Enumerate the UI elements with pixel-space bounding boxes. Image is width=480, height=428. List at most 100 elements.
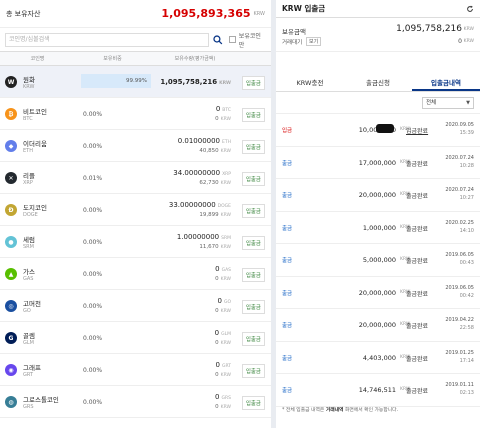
held-only-label: 보유코인만 — [238, 32, 261, 49]
deposit-withdraw-button[interactable]: 입출금 — [241, 300, 265, 314]
deposit-withdraw-button[interactable]: 입출금 — [241, 268, 265, 282]
coin-krw-amount: 40,850 — [199, 148, 219, 154]
coin-symbol: GAS — [23, 276, 34, 282]
coin-krw-unit: KRW — [220, 373, 231, 378]
coin-ratio: 0.00% — [83, 239, 103, 246]
total-assets-amount: 1,095,893,365 — [161, 7, 251, 20]
transaction-row[interactable]: 출금 4,403,000 KRW 출금완료 2019.01.25 17:14 — [276, 342, 480, 374]
coin-ratio: 0.00% — [83, 111, 103, 118]
deposit-withdraw-button[interactable]: 입출금 — [241, 204, 265, 218]
tx-date: 2020.07.24 — [445, 187, 474, 193]
pending-view-button[interactable]: 보기 — [306, 37, 322, 46]
coin-row[interactable]: ◉ 그래프 GRT 0.00% 0 GRT 0 KRW 입출금 — [0, 354, 271, 386]
tx-status: 출금완료 — [406, 290, 429, 298]
coin-row[interactable]: G 골렘 GLM 0.00% 0 GLM 0 KRW 입출금 — [0, 322, 271, 354]
coin-row[interactable]: ● 세럼 SRM 0.00% 1.00000000 SRM 11,670 KRW 입… — [0, 226, 271, 258]
deposit-withdraw-button[interactable]: 입출금 — [241, 140, 265, 154]
coin-qty-unit: SRM — [221, 236, 231, 241]
col-name[interactable]: 코인명 — [0, 55, 75, 62]
coin-qty-unit: DOGE — [217, 204, 231, 209]
tx-date: 2019.06.05 — [445, 252, 474, 258]
coin-name: 원화 — [23, 76, 35, 84]
coin-ratio: 0.00% — [83, 335, 103, 342]
transaction-row[interactable]: 출금 20,000,000 KRW 출금완료 2019.04.22 22:58 — [276, 309, 480, 342]
coin-krw-value: 19,899 KRW — [199, 212, 231, 218]
tx-type: 출금 — [282, 355, 293, 362]
coin-row[interactable]: ₿ 비트코인 BTC 0.00% 0 BTC 0 KRW 입출금 — [0, 98, 271, 130]
col-quantity[interactable]: 보유수량(평가금액) — [150, 55, 240, 62]
transaction-row[interactable]: 입금 10,000,000 KRW 입금완료 2020.09.05 15:39 — [276, 114, 480, 147]
tx-status[interactable]: 입금완료 — [406, 126, 428, 135]
tx-amount: 5,000,000 — [362, 256, 396, 264]
note-link[interactable]: 거래내역 — [326, 408, 344, 413]
tx-type: 출금 — [282, 323, 293, 329]
coin-qty-amount: 0 — [215, 265, 220, 273]
deposit-withdraw-button[interactable]: 입출금 — [241, 236, 265, 250]
coin-row[interactable]: ◍ 그로스톨코인 GRS 0.00% 0 GRS 0 KRW 입출금 — [0, 386, 271, 418]
tx-type: 출금 — [282, 160, 293, 167]
refresh-icon[interactable] — [466, 5, 474, 13]
coin-krw-unit: KRW — [220, 213, 231, 218]
coin-krw-value: 0 KRW — [215, 340, 231, 346]
ratio-bar: 99.99% — [81, 74, 151, 88]
coin-quantity: 33.00000000 DOGE — [169, 201, 231, 209]
deposit-withdraw-button[interactable]: 입출금 — [241, 364, 265, 378]
coin-symbol: GO — [23, 308, 31, 314]
tx-time: 17:14 — [459, 357, 474, 364]
transaction-row[interactable]: 출금 5,000,000 KRW 출금완료 2019.06.05 00:43 — [276, 244, 480, 277]
tab-history[interactable]: 입출금내역 — [412, 76, 480, 91]
coin-qty-amount: 0 — [215, 105, 221, 113]
held-only-checkbox[interactable] — [228, 36, 236, 43]
coin-row[interactable]: ◆ 이더리움 ETH 0.00% 0.01000000 ETH 40,850 KRW… — [0, 130, 271, 162]
deposit-withdraw-button[interactable]: 입출금 — [241, 76, 265, 90]
coin-row[interactable]: ✕ 리플 XRP 0.01% 34.00000000 XRP 62,730 KRW … — [0, 162, 271, 194]
filter-select[interactable]: 전체 ▼ — [422, 96, 474, 109]
deposit-withdraw-button[interactable]: 입출금 — [241, 332, 265, 346]
search-icon[interactable] — [213, 34, 223, 45]
transaction-row[interactable]: 출금 14,746,511 KRW 출금완료 2019.01.11 02:13 — [276, 374, 480, 407]
coin-logo-icon: ◎ — [5, 300, 17, 312]
coin-quantity: 0 GAS — [215, 265, 231, 273]
tab-withdraw-request[interactable]: 출금신청 — [344, 76, 412, 91]
tx-amount: 4,403,000 — [362, 353, 396, 362]
coin-krw-value: 0 KRW — [215, 404, 231, 410]
coin-logo-icon: ₿ — [5, 108, 17, 120]
tx-date: 2020.09.05 — [445, 122, 474, 128]
filter-bar: 전체 ▼ — [276, 92, 480, 114]
transaction-row[interactable]: 출금 17,000,000 KRW 출금완료 2020.07.24 10:28 — [276, 147, 480, 179]
transaction-row[interactable]: 출금 1,000,000 KRW 출금완료 2020.02.25 14:10 — [276, 212, 480, 244]
search-input[interactable] — [5, 32, 210, 47]
tx-time: 00:42 — [459, 292, 474, 299]
tx-type: 입금 — [282, 128, 293, 134]
transaction-row[interactable]: 출금 20,000,000 KRW 출금완료 2019.06.05 00:42 — [276, 277, 480, 309]
col-ratio[interactable]: 보유비중 — [75, 55, 150, 62]
coin-row[interactable]: Ð 도지코인 DOGE 0.00% 33.00000000 DOGE 19,899… — [0, 194, 271, 226]
transaction-row[interactable]: 출금 20,000,000 KRW 출금완료 2020.07.24 10:27 — [276, 179, 480, 212]
coin-logo-icon: ◍ — [5, 396, 17, 408]
deposit-withdraw-button[interactable]: 입출금 — [241, 172, 265, 186]
coin-qty-unit: GRT — [221, 364, 231, 369]
tx-type: 출금 — [282, 290, 293, 297]
coin-name: 비트코인 — [23, 108, 47, 116]
pending-unit: KRW — [463, 39, 474, 44]
coin-name: 고머천 — [23, 300, 41, 308]
coin-row[interactable]: ▲ 가스 GAS 0.00% 0 GAS 0 KRW 입출금 — [0, 258, 271, 290]
coin-qty-amount: 1,095,758,216 — [160, 78, 218, 86]
tx-status: 출금완료 — [406, 160, 429, 168]
tx-status: 출금완료 — [406, 388, 429, 395]
tx-time: 14:10 — [459, 227, 474, 234]
coin-logo-icon: ◆ — [5, 140, 17, 152]
coin-krw-value: 0 KRW — [215, 276, 231, 282]
deposit-withdraw-button[interactable]: 입출금 — [241, 108, 265, 122]
coin-qty-unit: KRW — [219, 81, 231, 86]
coin-row[interactable]: W 원화 KRW 99.99% 1,095,758,216 KRW 입출금 — [0, 66, 271, 98]
total-assets-bar: 총 보유자산 1,095,893,365 KRW — [0, 0, 271, 28]
tx-time: 10:27 — [459, 195, 474, 201]
krw-panel: KRW 입출금 보유금액 1,095,758,216 KRW 거래대기 보기 0… — [276, 0, 480, 428]
tab-krw-deposit[interactable]: KRW충전 — [276, 76, 344, 91]
coin-symbol: XRP — [23, 180, 33, 186]
tx-type: 출금 — [282, 388, 293, 394]
deposit-withdraw-button[interactable]: 입출금 — [241, 396, 265, 410]
coin-row[interactable]: ◎ 고머천 GO 0.00% 0 GO 0 KRW 입출금 — [0, 290, 271, 322]
coin-krw-unit: KRW — [220, 341, 231, 346]
